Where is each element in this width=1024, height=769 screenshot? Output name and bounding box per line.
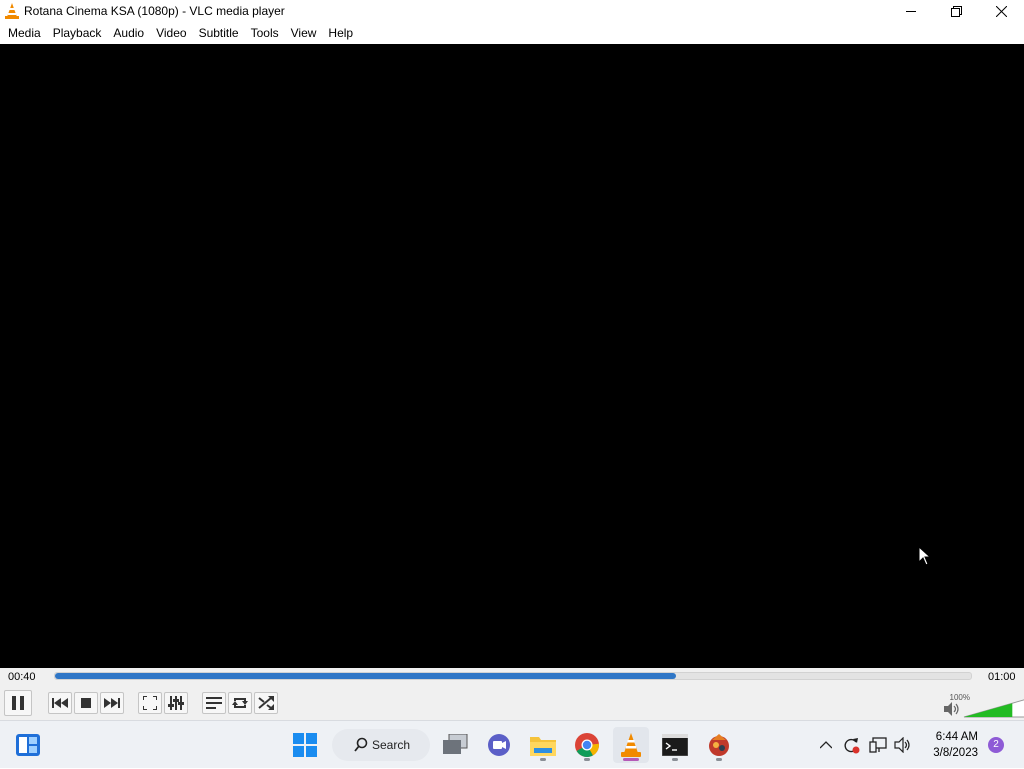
system-clock[interactable]: 6:44 AM 3/8/2023 [914,729,978,761]
extended-settings-button[interactable] [164,692,188,714]
stop-button[interactable] [74,692,98,714]
volume-icon [894,737,910,753]
shuffle-button[interactable] [254,692,278,714]
clock-time: 6:44 AM [935,731,978,743]
sync-status-button[interactable] [840,721,862,769]
vlc-taskbar-button[interactable] [613,727,649,763]
menu-audio[interactable]: Audio [107,22,150,44]
windows-logo-icon [293,733,317,757]
volume-tray-button[interactable] [892,721,914,769]
close-icon [996,5,1007,17]
seek-slider[interactable] [54,672,972,680]
show-hidden-icons-button[interactable] [816,721,836,769]
fullscreen-button[interactable] [138,692,162,714]
running-indicator [540,758,546,761]
volume-slider[interactable] [962,695,1024,719]
previous-button[interactable] [48,692,72,714]
teams-chat-button[interactable] [481,727,517,763]
sync-alert-icon [844,738,860,754]
menu-view[interactable]: View [285,22,323,44]
playlist-icon [206,697,222,709]
fullscreen-icon [143,696,157,710]
running-indicator [584,758,590,761]
search-icon [354,737,368,752]
widgets-icon [16,734,40,756]
menu-subtitle[interactable]: Subtitle [193,22,245,44]
network-icon [869,737,887,753]
menu-video[interactable]: Video [150,22,192,44]
active-indicator [623,758,639,761]
video-area[interactable] [0,44,1024,668]
title-bar: Rotana Cinema KSA (1080p) - VLC media pl… [0,0,1024,22]
clock-date: 3/8/2023 [933,747,978,759]
minimize-icon [906,10,916,12]
menu-bar: Media Playback Audio Video Subtitle Tool… [0,22,1024,44]
running-indicator [716,758,722,761]
terminal-icon [662,734,688,756]
search-label: Search [372,738,411,752]
start-button[interactable] [287,727,323,763]
app-logo-icon [709,734,729,756]
seek-row: 00:40 01:00 [0,668,1024,688]
folder-icon [530,737,556,756]
speaker-icon[interactable] [944,702,960,716]
volume-control[interactable]: 100% [944,692,1024,718]
window-title: Rotana Cinema KSA (1080p) - VLC media pl… [24,4,285,18]
vlc-cone-icon [621,733,641,757]
next-button[interactable] [100,692,124,714]
pause-button[interactable] [4,690,32,716]
taskbar-search[interactable]: Search [332,729,430,761]
running-indicator [672,758,678,761]
widgets-button[interactable] [10,727,46,763]
vlc-cone-icon [3,2,21,20]
app-button[interactable] [701,727,737,763]
close-button[interactable] [979,0,1024,22]
chrome-icon [575,733,599,758]
skip-forward-icon [104,698,120,708]
chevron-up-icon [820,741,832,749]
equalizer-icon [168,696,184,710]
restore-button[interactable] [934,0,979,22]
loop-icon [232,698,248,708]
menu-playback[interactable]: Playback [47,22,108,44]
mouse-cursor-icon [918,546,932,566]
chat-icon [488,734,510,756]
menu-help[interactable]: Help [322,22,359,44]
chrome-button[interactable] [569,727,605,763]
total-time[interactable]: 01:00 [988,671,1016,683]
notification-badge[interactable]: 2 [988,737,1004,753]
loop-button[interactable] [228,692,252,714]
terminal-button[interactable] [657,727,693,763]
network-button[interactable] [867,721,889,769]
pause-icon [12,696,24,710]
shuffle-icon [258,696,274,710]
elapsed-time[interactable]: 00:40 [8,671,36,683]
menu-tools[interactable]: Tools [245,22,285,44]
menu-media[interactable]: Media [2,22,47,44]
taskbar: Search 6:44 AM 3/8/2023 2 [0,720,1024,768]
playlist-button[interactable] [202,692,226,714]
skip-back-icon [52,698,68,708]
minimize-button[interactable] [889,0,934,22]
stop-icon [81,698,91,708]
seek-progress [55,673,677,679]
vlc-window: Rotana Cinema KSA (1080p) - VLC media pl… [0,0,1024,720]
task-view-button[interactable] [438,727,474,763]
file-explorer-button[interactable] [525,727,561,763]
restore-icon [951,5,962,17]
task-view-icon [443,734,468,754]
controls-row: 100% [0,688,1024,720]
